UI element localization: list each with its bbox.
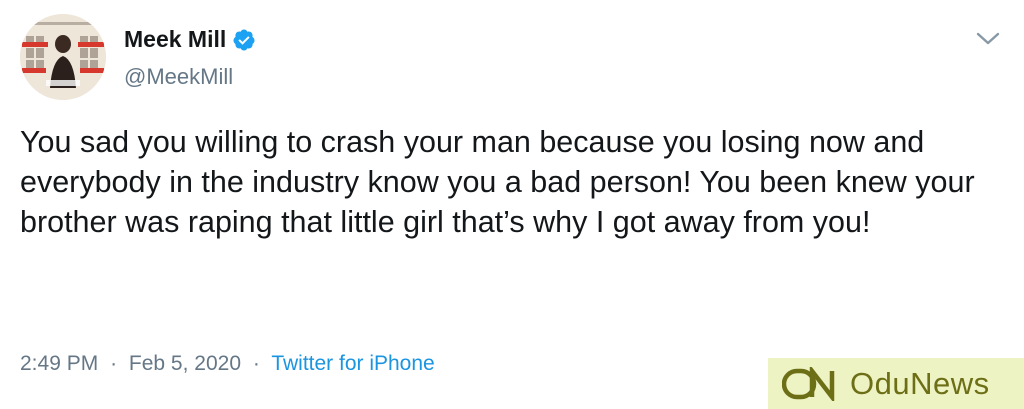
- tweet-source-link[interactable]: Twitter for iPhone: [271, 352, 434, 375]
- avatar[interactable]: [20, 14, 106, 100]
- avatar-image: [20, 14, 106, 100]
- tweet-meta: 2:49 PM · Feb 5, 2020 · Twitter for iPho…: [20, 352, 435, 376]
- tweet-time[interactable]: 2:49 PM: [20, 352, 98, 375]
- user-handle[interactable]: @MeekMill: [124, 64, 233, 90]
- meta-separator: ·: [252, 352, 260, 375]
- tweet-date[interactable]: Feb 5, 2020: [129, 352, 241, 375]
- watermark: OduNews: [768, 358, 1024, 409]
- meta-separator: ·: [110, 352, 118, 375]
- watermark-text: OduNews: [850, 365, 990, 401]
- display-name-row[interactable]: Meek Mill: [124, 26, 256, 53]
- tweet-card: Meek Mill @MeekMill You sad you willing …: [0, 0, 1024, 409]
- chevron-down-icon[interactable]: [972, 24, 1004, 52]
- odunews-logo: [782, 366, 835, 401]
- display-name[interactable]: Meek Mill: [124, 26, 226, 53]
- verified-badge-icon: [233, 29, 255, 50]
- tweet-text: You sad you willing to crash your man be…: [20, 125, 975, 239]
